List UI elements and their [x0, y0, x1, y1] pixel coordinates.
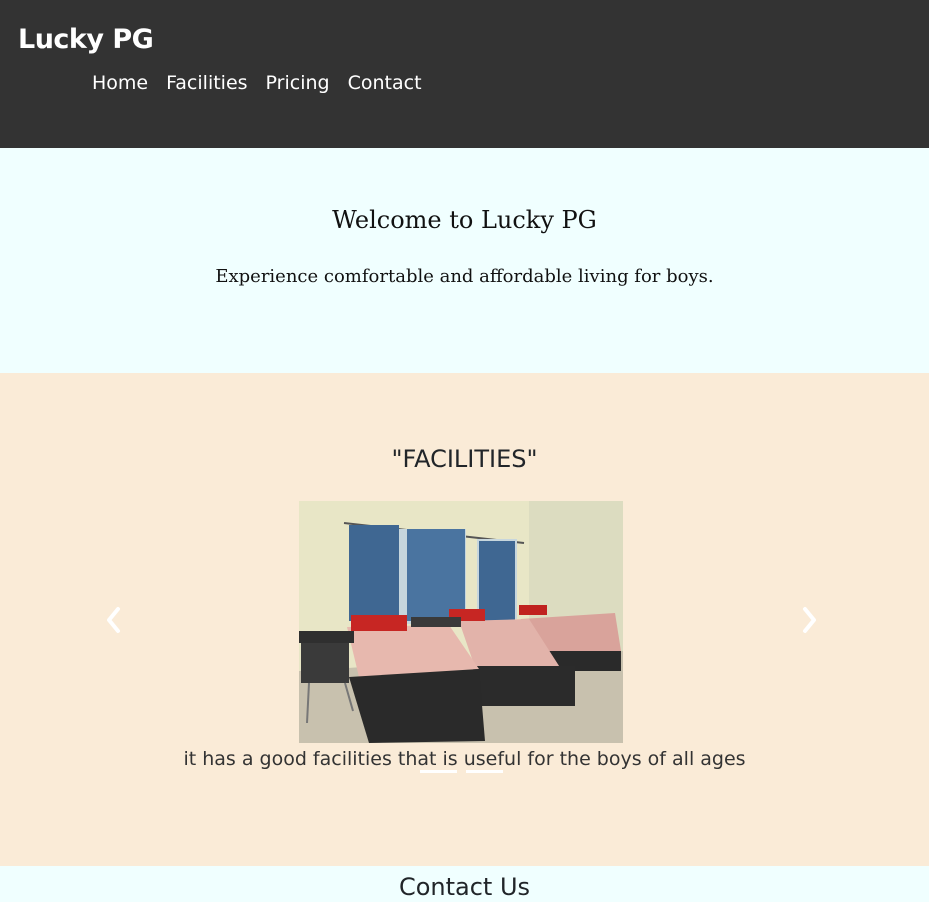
- carousel-caption: it has a good facilities that is useful …: [183, 748, 746, 770]
- welcome-section: Welcome to Lucky PG Experience comfortab…: [0, 148, 929, 373]
- site-header: Lucky PG Home Facilities Pricing Contact: [0, 0, 929, 148]
- welcome-subtitle: Experience comfortable and affordable li…: [215, 266, 714, 287]
- site-brand: Lucky PG: [18, 24, 154, 55]
- carousel-indicator-2[interactable]: [466, 770, 503, 773]
- welcome-title: Welcome to Lucky PG: [332, 206, 597, 234]
- nav-home-link[interactable]: Home: [92, 72, 148, 94]
- nav-facilities-link[interactable]: Facilities: [166, 72, 247, 94]
- facilities-title: "FACILITIES": [391, 445, 538, 473]
- main-nav: Home Facilities Pricing Contact: [92, 72, 440, 94]
- carousel-prev-button[interactable]: [99, 605, 129, 635]
- room-photo: [299, 501, 623, 743]
- contact-section: Contact Us: [0, 866, 929, 902]
- chevron-right-icon: [803, 607, 816, 633]
- carousel-indicator-1[interactable]: [420, 770, 457, 773]
- facilities-section: "FACILITIES" it has a good facilities th…: [0, 373, 929, 866]
- carousel-next-button[interactable]: [794, 605, 824, 635]
- nav-contact-link[interactable]: Contact: [348, 72, 422, 94]
- chevron-left-icon: [107, 607, 120, 633]
- nav-pricing-link[interactable]: Pricing: [266, 72, 330, 94]
- contact-title: Contact Us: [398, 873, 531, 901]
